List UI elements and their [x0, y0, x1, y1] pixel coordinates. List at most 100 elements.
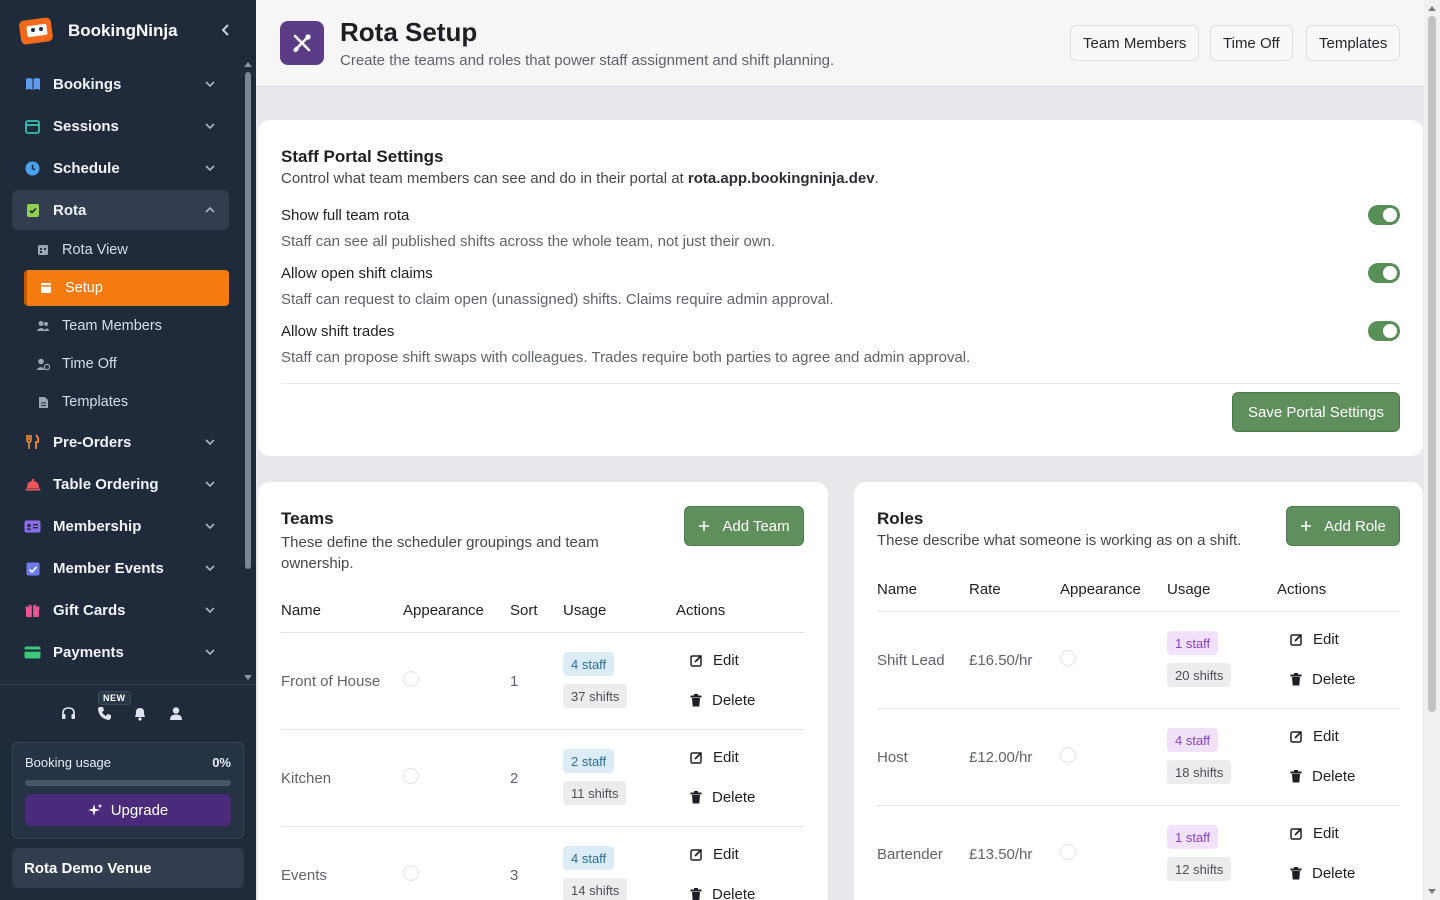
delete-button[interactable]: Delete: [1290, 768, 1355, 785]
row-divider: [281, 826, 804, 827]
role-rate: £13.50/hr: [969, 846, 1033, 863]
upgrade-button[interactable]: Upgrade: [25, 794, 231, 826]
page-scrollbar[interactable]: [1424, 0, 1440, 900]
edit-label: Edit: [713, 652, 739, 669]
brand-name: BookingNinja: [68, 21, 178, 40]
edit-button[interactable]: Edit: [1290, 728, 1339, 745]
sidebar-item-member-events[interactable]: Member Events: [12, 548, 229, 588]
edit-button[interactable]: Edit: [690, 749, 739, 766]
shift-count-badge: 20 shifts: [1167, 663, 1232, 687]
scroll-down-arrow-icon[interactable]: [1428, 889, 1436, 894]
sidebar-item-templates[interactable]: Templates: [24, 384, 229, 420]
sidebar-subitem-label: Templates: [62, 394, 129, 410]
chevron-left-icon: [221, 24, 229, 36]
delete-button[interactable]: Delete: [1290, 671, 1355, 688]
shift-count-badge: 12 shifts: [1167, 857, 1232, 881]
sidebar-item-pre-orders[interactable]: Pre-Orders: [12, 422, 229, 462]
sidebar-item-team-members[interactable]: Team Members: [24, 308, 229, 344]
plus-icon: [1301, 521, 1312, 531]
scroll-up-arrow-icon[interactable]: [244, 62, 252, 67]
teams-description: These define the scheduler groupings and…: [281, 534, 599, 572]
chevron-down-icon: [205, 81, 215, 88]
edit-icon: [1290, 730, 1303, 743]
file-icon: [36, 395, 50, 409]
delete-label: Delete: [1312, 768, 1356, 785]
sidebar-item-rota-view[interactable]: Rota View: [24, 232, 229, 268]
edit-button[interactable]: Edit: [1290, 631, 1339, 648]
sidebar-item-rota[interactable]: Rota: [12, 190, 229, 230]
bell-icon[interactable]: [132, 704, 148, 722]
time-off-button[interactable]: Time Off: [1210, 25, 1293, 61]
sidebar-subitem-label: Setup: [65, 280, 103, 296]
toggle-open-shift-claims[interactable]: [1368, 263, 1400, 283]
sidebar-item-time-off[interactable]: Time Off: [24, 346, 229, 382]
users-icon: [36, 319, 50, 333]
gift-icon: [24, 602, 41, 619]
team-color-swatch[interactable]: [403, 768, 419, 784]
sidebar-item-table-ordering[interactable]: Table Ordering: [12, 464, 229, 504]
sidebar-divider: [0, 684, 256, 685]
add-role-button[interactable]: Add Role: [1286, 506, 1400, 546]
user-icon[interactable]: [168, 704, 184, 722]
sidebar-item-payments[interactable]: Payments: [12, 632, 229, 672]
toggle-shift-trades[interactable]: [1368, 321, 1400, 341]
role-name: Bartender: [877, 846, 943, 863]
staff-count-badge: 1 staff: [1167, 825, 1219, 849]
table-divider: [281, 632, 804, 633]
edit-button[interactable]: Edit: [1290, 825, 1339, 842]
role-color-swatch[interactable]: [1060, 844, 1076, 860]
usage-percent: 0%: [212, 755, 231, 770]
book-icon: [24, 76, 41, 93]
role-name: Host: [877, 749, 908, 766]
team-members-button[interactable]: Team Members: [1070, 25, 1200, 61]
delete-button[interactable]: Delete: [690, 886, 755, 900]
sidebar-item-label: Sessions: [53, 117, 119, 135]
edit-button[interactable]: Edit: [690, 846, 739, 863]
trash-icon: [690, 888, 702, 900]
edit-button[interactable]: Edit: [690, 652, 739, 669]
calendar-check-icon: [24, 560, 41, 577]
calendar-icon: [24, 118, 41, 135]
sidebar-item-label: Payments: [53, 643, 124, 661]
collapse-sidebar-button[interactable]: [216, 20, 236, 40]
tools-icon: [280, 21, 324, 65]
add-team-button[interactable]: Add Team: [684, 506, 804, 546]
team-color-swatch[interactable]: [403, 671, 419, 687]
role-color-swatch[interactable]: [1060, 747, 1076, 763]
team-color-swatch[interactable]: [403, 865, 419, 881]
role-color-swatch[interactable]: [1060, 650, 1076, 666]
sidebar-item-bookings[interactable]: Bookings: [12, 64, 229, 104]
headset-icon[interactable]: [60, 704, 76, 722]
phone-icon[interactable]: [96, 704, 112, 722]
sidebar-item-membership[interactable]: Membership: [12, 506, 229, 546]
setting-label-shift-trades: Allow shift trades: [281, 323, 395, 340]
delete-button[interactable]: Delete: [690, 692, 755, 709]
sidebar-item-label: Member Events: [53, 559, 164, 577]
page-scrollbar-thumb[interactable]: [1428, 16, 1436, 712]
sidebar-scrollbar[interactable]: [243, 58, 253, 680]
venue-selector[interactable]: Rota Demo Venue: [12, 848, 244, 888]
toggle-full-team-rota[interactable]: [1368, 205, 1400, 225]
sidebar-scrollbar-thumb[interactable]: [245, 72, 251, 569]
chevron-down-icon: [205, 607, 215, 614]
usage-label: Booking usage: [25, 755, 112, 770]
scroll-down-arrow-icon[interactable]: [244, 675, 252, 680]
sidebar-item-setup[interactable]: Setup: [24, 270, 229, 306]
chevron-down-icon: [205, 481, 215, 488]
team-sort: 1: [510, 673, 519, 690]
setting-label-full-team-rota: Show full team rota: [281, 207, 410, 224]
brand[interactable]: BookingNinja: [18, 14, 178, 48]
sidebar-item-schedule[interactable]: Schedule: [12, 148, 229, 188]
save-portal-settings-button[interactable]: Save Portal Settings: [1232, 392, 1400, 432]
setting-label-open-shift-claims: Allow open shift claims: [281, 265, 433, 282]
scroll-up-arrow-icon[interactable]: [1428, 6, 1436, 11]
cloche-icon: [24, 476, 41, 493]
delete-button[interactable]: Delete: [690, 789, 755, 806]
sidebar: BookingNinja Bookings Sessions Schedule …: [0, 0, 256, 900]
utensils-icon: [24, 434, 41, 451]
sidebar-item-sessions[interactable]: Sessions: [12, 106, 229, 146]
sidebar-item-gift-cards[interactable]: Gift Cards: [12, 590, 229, 630]
delete-button[interactable]: Delete: [1290, 865, 1355, 882]
templates-button[interactable]: Templates: [1306, 25, 1401, 61]
shift-count-badge: 14 shifts: [563, 878, 628, 900]
